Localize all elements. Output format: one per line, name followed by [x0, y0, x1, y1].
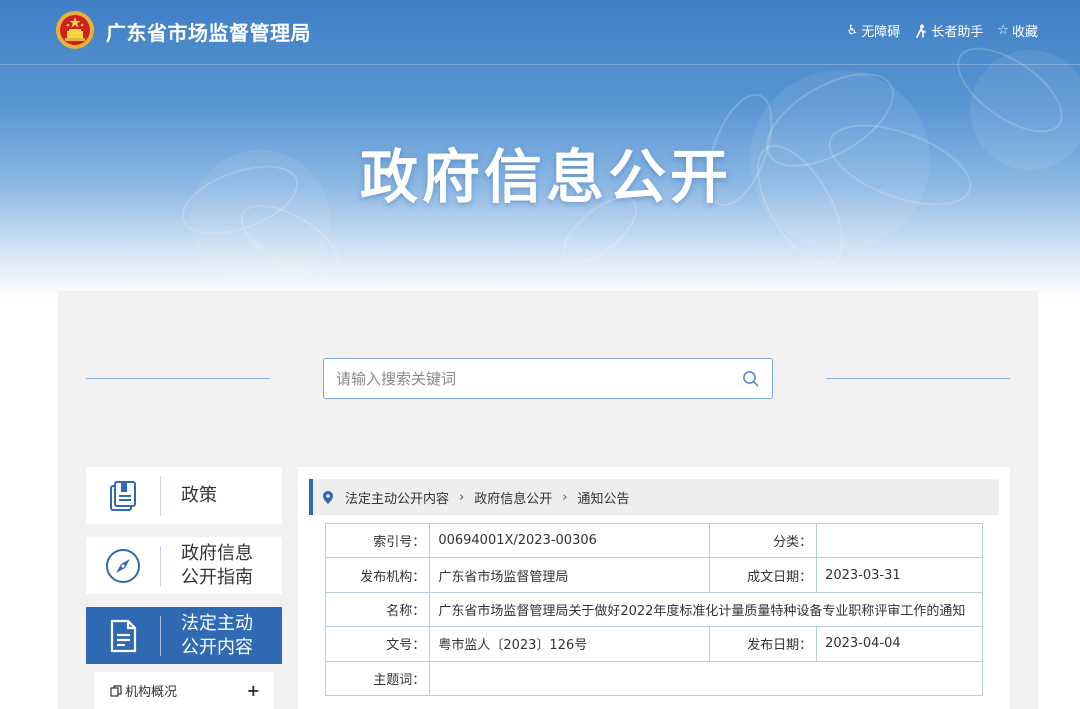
- published-date-label: 发布日期：: [709, 626, 818, 662]
- breadcrumb-item[interactable]: 通知公告: [577, 488, 629, 507]
- breadcrumb-item[interactable]: 法定主动公开内容: [345, 488, 449, 507]
- category-value: [816, 522, 983, 559]
- chevron-right-icon: ›: [459, 489, 465, 505]
- banner-title: 政府信息公开: [359, 143, 732, 211]
- sidebar-item-policy[interactable]: 政策: [86, 467, 282, 524]
- search-input[interactable]: [336, 369, 742, 388]
- search-icon[interactable]: [742, 370, 760, 388]
- accessibility-link[interactable]: ♿ 无障碍: [847, 21, 901, 40]
- document-meta-table: 索引号： 00694001X/2023-00306 分类： 发布机构： 广东省市…: [324, 522, 983, 696]
- category-label: 分类：: [709, 522, 818, 559]
- search-divider-right: [826, 378, 1010, 379]
- index-label: 索引号：: [324, 522, 431, 559]
- published-date-value: 2023-04-04: [816, 626, 983, 662]
- sidebar-subitem-label: 机构概况: [125, 685, 178, 700]
- sidebar-subitem-organization[interactable]: 机构概况 +: [94, 672, 274, 709]
- favorite-link[interactable]: ☆ 收藏: [997, 21, 1038, 40]
- favorite-label: 收藏: [1011, 25, 1038, 40]
- document-icon: [110, 619, 137, 652]
- wheelchair-icon: ♿: [846, 23, 859, 38]
- name-label: 名称：: [324, 591, 431, 628]
- created-date-label: 成文日期：: [709, 557, 818, 593]
- book-icon: [110, 480, 136, 511]
- elder-assistant-link[interactable]: 长者助手: [914, 21, 983, 40]
- table-row: 发布机构： 广东省市场监督管理局 成文日期： 2023-03-31: [324, 557, 983, 593]
- star-icon: ☆: [997, 23, 1009, 38]
- breadcrumb-item[interactable]: 政府信息公开: [474, 488, 552, 507]
- table-row: 主题词：: [324, 660, 983, 696]
- copy-icon: [110, 684, 122, 697]
- name-value: 广东省市场监督管理局关于做好2022年度标准化计量质量特种设备专业职称评审工作的…: [429, 591, 983, 628]
- compass-icon: [106, 548, 140, 583]
- sidebar-item-statutory-content[interactable]: 法定主动 公开内容: [86, 607, 282, 664]
- subject-value: [429, 660, 983, 696]
- subject-label: 主题词：: [324, 660, 431, 696]
- table-row: 名称： 广东省市场监督管理局关于做好2022年度标准化计量质量特种设备专业职称评…: [324, 591, 983, 628]
- document-number-label: 文号：: [324, 626, 431, 662]
- sidebar-item-guide[interactable]: 政府信息 公开指南: [86, 537, 282, 594]
- document-number-value: 粤市监人〔2023〕126号: [429, 626, 711, 662]
- index-value: 00694001X/2023-00306: [429, 522, 711, 559]
- header-divider: [0, 64, 1080, 65]
- location-pin-icon: [323, 490, 333, 504]
- elder-icon: [916, 24, 927, 38]
- sidebar-item-label: 法定主动 公开内容: [181, 612, 253, 658]
- search-box: [323, 358, 773, 399]
- table-row: 索引号： 00694001X/2023-00306 分类：: [324, 522, 983, 559]
- search-divider-left: [86, 378, 270, 379]
- accessibility-label: 无障碍: [861, 25, 901, 40]
- national-emblem-icon: [56, 11, 94, 49]
- publisher-label: 发布机构：: [324, 557, 431, 593]
- breadcrumb: 法定主动公开内容 › 政府信息公开 › 通知公告: [309, 479, 999, 515]
- created-date-value: 2023-03-31: [816, 557, 983, 593]
- sidebar-item-label: 政策: [181, 484, 217, 506]
- expand-icon[interactable]: +: [247, 681, 260, 700]
- top-links: ♿ 无障碍 长者助手 ☆ 收藏: [847, 21, 1038, 40]
- header-banner: 广东省市场监督管理局 ♿ 无障碍 长者助手 ☆ 收藏 政府信息公开: [0, 0, 1080, 300]
- publisher-value: 广东省市场监督管理局: [429, 557, 711, 593]
- elder-assistant-label: 长者助手: [931, 25, 984, 40]
- table-row: 文号： 粤市监人〔2023〕126号 发布日期： 2023-04-04: [324, 626, 983, 662]
- chevron-right-icon: ›: [562, 489, 568, 505]
- site-title[interactable]: 广东省市场监督管理局: [106, 17, 311, 46]
- sidebar-item-label: 政府信息 公开指南: [181, 542, 253, 588]
